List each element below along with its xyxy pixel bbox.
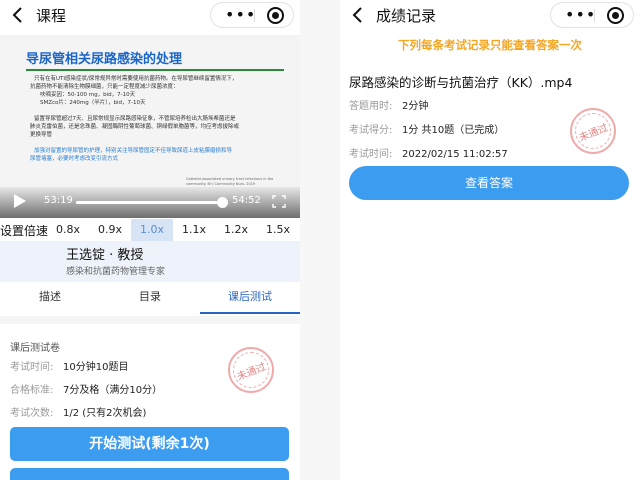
progress-track[interactable] [76, 197, 228, 208]
capsule-divider [254, 9, 255, 22]
notice-text: 下列每条考试记录只能查看答案一次 [398, 38, 582, 52]
back-arrow-icon[interactable] [8, 5, 28, 25]
quiz-row-value: 7分及格（满分10分） [63, 385, 163, 396]
teacher-name: 王选锭 · 教授 [66, 248, 144, 263]
play-icon[interactable] [14, 194, 26, 208]
record-row-key: 考试时间: [349, 149, 393, 160]
section-divider [0, 316, 300, 324]
quiz-row: 考试次数: 1/2 (只有2次机会) [10, 404, 146, 419]
slide-line: 呋喃妥因：50-100 mg，bid，7-10天 [40, 92, 136, 98]
video-controls: 53:19 54:52 [0, 187, 300, 218]
slide-body: 只有在有UTI感染症状/尿常规异常时需要使用抗菌药物。在导尿管继续留置情况下， 抗… [30, 75, 286, 163]
speed-option[interactable]: 1.2x [215, 219, 257, 241]
page-title: 成绩记录 [376, 7, 437, 25]
fail-stamp-icon: 未通过 [228, 347, 274, 393]
course-page: 课程 ••• 导尿管相关尿路感染的处理 只有在有UTI感染症状/尿常规异常时需要… [0, 0, 300, 480]
record-row-value: 1分 共10题（已完成） [402, 125, 505, 136]
more-dots-icon[interactable]: ••• [225, 5, 256, 25]
record-row-key: 答题用时: [349, 101, 393, 112]
total-time: 54:52 [232, 195, 261, 206]
slide-line [30, 107, 286, 115]
record-row-key: 考试得分: [349, 125, 393, 136]
pane-gap [300, 0, 340, 480]
close-circle-icon[interactable] [267, 7, 284, 24]
slide-line: 留置导尿管超过7天、且尿常规显示尿路感染征象，不管尿培养检出大肠埃希菌还是 [34, 116, 236, 122]
speed-option[interactable]: 0.9x [89, 219, 131, 241]
page-title: 课程 [36, 7, 67, 25]
more-dots-icon[interactable]: ••• [565, 5, 596, 25]
nav-bar: 课程 ••• [0, 0, 300, 32]
slide-line [30, 139, 286, 147]
speed-option[interactable]: 1.1x [173, 219, 215, 241]
slide-citation: Catheter-associated urinary tract infect… [186, 177, 274, 186]
quiz-row-value: 10分钟10题目 [63, 362, 129, 373]
slide-line: 肺炎克雷伯菌，还是念珠菌、凝固酶阴性葡萄球菌、铜绿假单胞菌等，均应考虑拔除或 [30, 124, 240, 130]
record-row: 考试得分: 1分 共10题（已完成） [349, 121, 504, 136]
slide-line: 抗菌药物不能清除生物膜细菌，只能一定程度减少尿菌浓度： [30, 84, 179, 90]
nav-bar: 成绩记录 ••• [340, 0, 640, 32]
slide-line: 加强对留置的导尿管的护理，特别关注导尿管固定不佳导致尿道上皮粘膜磨损和导 [34, 148, 233, 154]
score-record-page: 成绩记录 ••• 下列每条考试记录只能查看答案一次 尿路感染的诊断与抗菌治疗（K… [340, 0, 640, 480]
record-row: 答题用时: 2分钟 [349, 97, 428, 112]
quiz-row: 考试时间: 10分钟10题目 [10, 358, 128, 373]
record-row-value: 2022/02/15 11:02:57 [402, 149, 508, 160]
slide-line: 更换导管 [30, 132, 53, 138]
quiz-row-value: 1/2 (只有2次机会) [63, 408, 147, 419]
progress-fill [76, 201, 222, 204]
record-row-value: 2分钟 [402, 101, 429, 112]
start-test-button[interactable]: 开始测试(剩余1次) [10, 427, 289, 461]
record-row: 考试时间: 2022/02/15 11:02:57 [349, 145, 508, 160]
quiz-row-key: 考试时间: [10, 362, 54, 373]
teacher-desc: 感染和抗菌药物管理专家 [66, 267, 166, 277]
tab-catalog[interactable]: 目录 [100, 282, 200, 314]
quiz-header: 课后测试卷 [10, 343, 60, 354]
back-arrow-icon[interactable] [348, 5, 368, 25]
slide-line: 只有在有UTI感染症状/尿常规异常时需要使用抗菌药物。在导尿管继续留置情况下， [34, 76, 238, 82]
tab-bar: 描述 目录 课后测试 [0, 282, 300, 314]
quiz-row-key: 考试次数: [10, 408, 54, 419]
slide-line: 尿管堵塞，必要时考虑改变引流方式 [30, 156, 119, 162]
slide-title: 导尿管相关尿路感染的处理 [26, 52, 183, 67]
speed-option[interactable]: 1.0x [131, 219, 173, 241]
progress-thumb[interactable] [216, 197, 228, 208]
video-player[interactable]: 导尿管相关尿路感染的处理 只有在有UTI感染症状/尿常规异常时需要使用抗菌药物。… [0, 35, 300, 218]
speed-option[interactable]: 1.5x [257, 219, 299, 241]
tab-quiz[interactable]: 课后测试 [200, 282, 300, 314]
tab-description[interactable]: 描述 [0, 282, 100, 314]
slide-line: SMZco片：240mg（半片），bid，7-10天 [40, 100, 146, 106]
mini-program-capsule: ••• [210, 2, 294, 28]
mini-program-capsule: ••• [550, 2, 634, 28]
secondary-button-partial[interactable] [10, 468, 289, 480]
view-answer-button[interactable]: 查看答案 [349, 166, 629, 200]
speed-bar: 设置倍速 0.8x 0.9x 1.0x 1.1x 1.2x 1.5x [0, 219, 300, 241]
fullscreen-icon[interactable] [272, 195, 286, 208]
capsule-divider [594, 9, 595, 22]
speed-option[interactable]: 0.8x [47, 219, 89, 241]
speed-label: 设置倍速 [0, 224, 49, 238]
fail-stamp-icon: 未通过 [570, 108, 616, 154]
slide-rule [26, 69, 284, 71]
close-circle-icon[interactable] [607, 7, 624, 24]
record-title: 尿路感染的诊断与抗菌治疗（KK）.mp4 [349, 75, 573, 90]
quiz-row-key: 合格标准: [10, 385, 54, 396]
current-time: 53:19 [44, 195, 73, 206]
quiz-row: 合格标准: 7分及格（满分10分） [10, 381, 162, 396]
teacher-card: 王选锭 · 教授 感染和抗菌药物管理专家 [0, 241, 300, 282]
